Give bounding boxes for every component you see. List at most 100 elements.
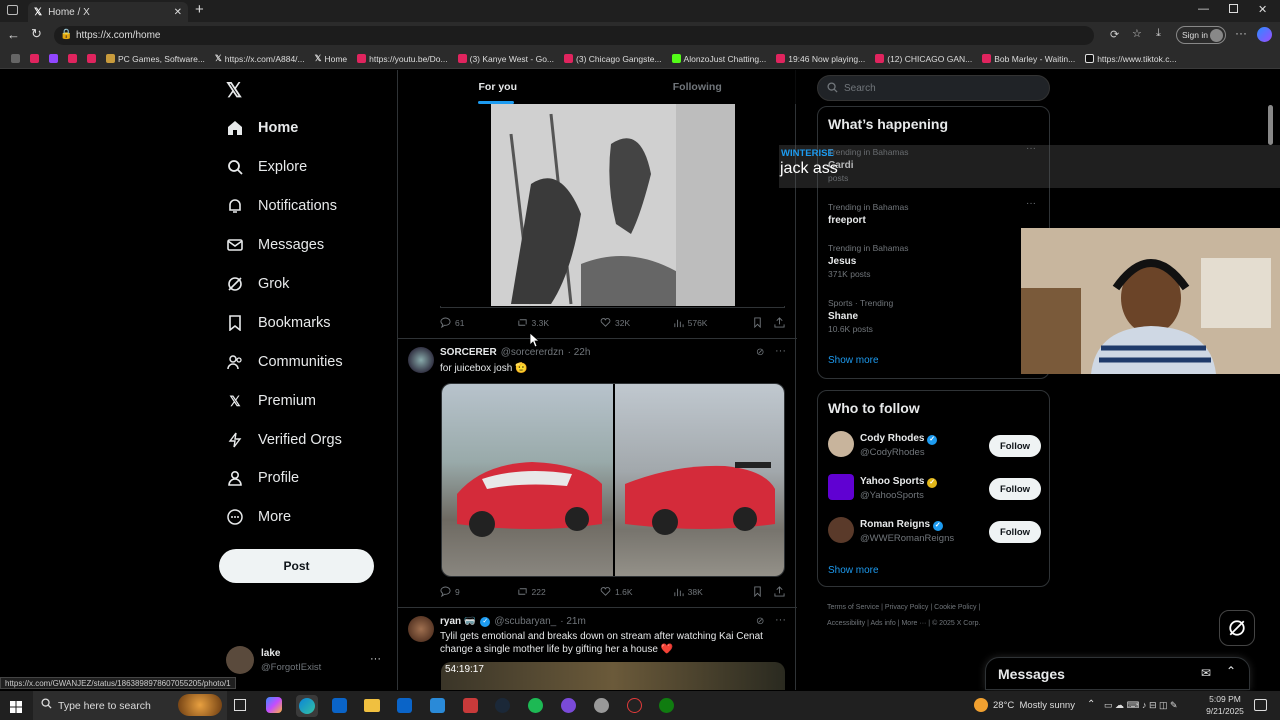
- bookmark-button[interactable]: [752, 586, 774, 597]
- share-button[interactable]: [774, 317, 785, 328]
- sidebar-item-home[interactable]: Home: [226, 119, 298, 137]
- sidebar-item-profile[interactable]: Profile: [226, 469, 299, 487]
- bookmark-youtube-icon[interactable]: [82, 54, 101, 63]
- post-button[interactable]: Post: [219, 549, 374, 583]
- tab-for-you[interactable]: For you: [398, 70, 598, 104]
- bookmark-button[interactable]: [752, 317, 774, 328]
- follow-button[interactable]: Follow: [989, 478, 1041, 500]
- store-icon[interactable]: [332, 698, 347, 713]
- weather-text[interactable]: 28°C Mostly sunny: [993, 700, 1075, 711]
- extensions-icon[interactable]: ⟳: [1110, 28, 1119, 41]
- photos-icon[interactable]: [430, 698, 445, 713]
- footer-link[interactable]: Ads info: [870, 620, 895, 627]
- more-options-icon[interactable]: ···: [775, 614, 786, 626]
- bookmark-item[interactable]: AlonzoJust Chatting...: [667, 54, 772, 64]
- tweet-video[interactable]: 54:19:17: [441, 662, 785, 690]
- reply-button[interactable]: 9: [440, 586, 517, 597]
- windows-start-icon[interactable]: [10, 700, 22, 713]
- bookmark-item[interactable]: https://www.tiktok.c...: [1080, 54, 1181, 64]
- download-icon[interactable]: ⤓: [1156, 27, 1161, 40]
- reply-button[interactable]: 61: [440, 317, 517, 328]
- grok-icon[interactable]: ⊘: [756, 347, 764, 358]
- messages-drawer[interactable]: Messages ✉ ⌃: [985, 657, 1250, 690]
- author-name[interactable]: ryan 🥽: [440, 616, 476, 627]
- bookmark-item[interactable]: (3) Kanye West - Go...: [453, 54, 559, 64]
- close-tab-icon[interactable]: ✕: [174, 7, 182, 18]
- avatar[interactable]: [828, 431, 854, 457]
- grok-floating-button[interactable]: [1219, 610, 1255, 646]
- footer-link[interactable]: More ···: [901, 620, 926, 627]
- app-icon[interactable]: [561, 698, 576, 713]
- app-icon[interactable]: [463, 698, 478, 713]
- taskbar-date[interactable]: 9/21/2025: [1201, 706, 1249, 716]
- more-options-icon[interactable]: ···: [775, 345, 786, 357]
- author-name[interactable]: SORCERER: [440, 347, 497, 358]
- tweet-image[interactable]: [615, 384, 784, 576]
- views-button[interactable]: 576K: [673, 317, 753, 328]
- account-menu-icon[interactable]: ···: [370, 653, 381, 665]
- tweet-time[interactable]: · 22h: [568, 347, 591, 358]
- menu-dots-icon[interactable]: ···: [1235, 26, 1247, 40]
- sidebar-item-messages[interactable]: Messages: [226, 236, 324, 254]
- xbox-icon[interactable]: [659, 698, 674, 713]
- new-message-icon[interactable]: ✉: [1201, 666, 1211, 680]
- sidebar-item-premium[interactable]: 𝕏 Premium: [226, 392, 316, 410]
- avatar[interactable]: [408, 347, 434, 373]
- search-input[interactable]: Search: [817, 75, 1050, 101]
- bookmark-item[interactable]: 𝕏https://x.com/A884/...: [210, 53, 310, 64]
- file-explorer-icon[interactable]: [364, 699, 380, 712]
- app-icon[interactable]: [627, 698, 642, 713]
- outlook-icon[interactable]: [397, 698, 412, 713]
- notification-center-icon[interactable]: [1254, 699, 1267, 711]
- tray-icons[interactable]: ▭ ☁ ⌨ ♪ ⊟ ◫ ✎: [1104, 700, 1178, 711]
- retweet-button[interactable]: 3.3K: [517, 317, 601, 328]
- tray-overflow-icon[interactable]: ⌃: [1087, 699, 1095, 710]
- bookmark-item[interactable]: 𝕏 Home: [310, 53, 353, 64]
- footer-link[interactable]: Terms of Service: [827, 604, 879, 611]
- trend-item[interactable]: Trending in Bahamas freeport: [828, 201, 908, 227]
- like-button[interactable]: 32K: [600, 317, 673, 328]
- tab-following[interactable]: Following: [598, 70, 798, 104]
- sidebar-item-verified-orgs[interactable]: Verified Orgs: [226, 431, 342, 449]
- back-icon[interactable]: ←: [7, 27, 20, 42]
- spotify-icon[interactable]: [528, 698, 543, 713]
- avatar[interactable]: [828, 517, 854, 543]
- trend-more-icon[interactable]: ···: [1026, 198, 1036, 209]
- retweet-button[interactable]: 222: [517, 586, 601, 597]
- copilot-icon[interactable]: [1257, 27, 1272, 42]
- task-view-icon[interactable]: [234, 699, 246, 711]
- bookmark-youtube-icon[interactable]: [63, 54, 82, 63]
- scrollbar[interactable]: [1268, 105, 1273, 145]
- taskbar-search-input[interactable]: Type here to search: [33, 691, 227, 720]
- close-window-button[interactable]: ✕: [1258, 3, 1267, 16]
- taskbar-time[interactable]: 5:09 PM: [1205, 694, 1245, 704]
- sidebar-item-more[interactable]: More: [226, 508, 291, 526]
- footer-link[interactable]: Accessibility: [827, 620, 865, 627]
- app-icon[interactable]: [594, 698, 609, 713]
- bookmark-youtube-icon[interactable]: [25, 54, 44, 63]
- bookmark-item[interactable]: (3) Chicago Gangste...: [559, 54, 667, 64]
- sidebar-item-notifications[interactable]: Notifications: [226, 197, 337, 215]
- sidebar-item-communities[interactable]: Communities: [226, 353, 343, 371]
- copilot-app-icon[interactable]: [266, 697, 282, 713]
- x-logo-icon[interactable]: 𝕏: [226, 78, 242, 103]
- favorites-icon[interactable]: ☆: [1132, 27, 1142, 40]
- bookmark-item[interactable]: (12) CHICAGO GAN...: [870, 54, 977, 64]
- new-tab-button[interactable]: +: [195, 1, 204, 18]
- bookmark-apps-icon[interactable]: [6, 54, 25, 63]
- sidebar-item-explore[interactable]: Explore: [226, 158, 307, 176]
- follow-button[interactable]: Follow: [989, 435, 1041, 457]
- tab-actions-icon[interactable]: [7, 5, 18, 15]
- grok-icon[interactable]: ⊘: [756, 616, 764, 627]
- trend-item[interactable]: Trending in Bahamas Jesus 371K posts: [828, 242, 908, 281]
- author-handle[interactable]: @scubaryan_: [494, 616, 556, 627]
- minimize-button[interactable]: —: [1198, 3, 1209, 15]
- bookmark-item[interactable]: PC Games, Software...: [101, 54, 210, 64]
- like-button[interactable]: 1.6K: [600, 586, 673, 597]
- tweet-time[interactable]: · 21m: [560, 616, 586, 627]
- sign-in-button[interactable]: Sign in: [1176, 26, 1226, 44]
- sidebar-item-grok[interactable]: Grok: [226, 275, 289, 293]
- avatar[interactable]: [226, 646, 254, 674]
- show-more-link[interactable]: Show more: [828, 355, 879, 366]
- expand-icon[interactable]: ⌃: [1226, 664, 1236, 678]
